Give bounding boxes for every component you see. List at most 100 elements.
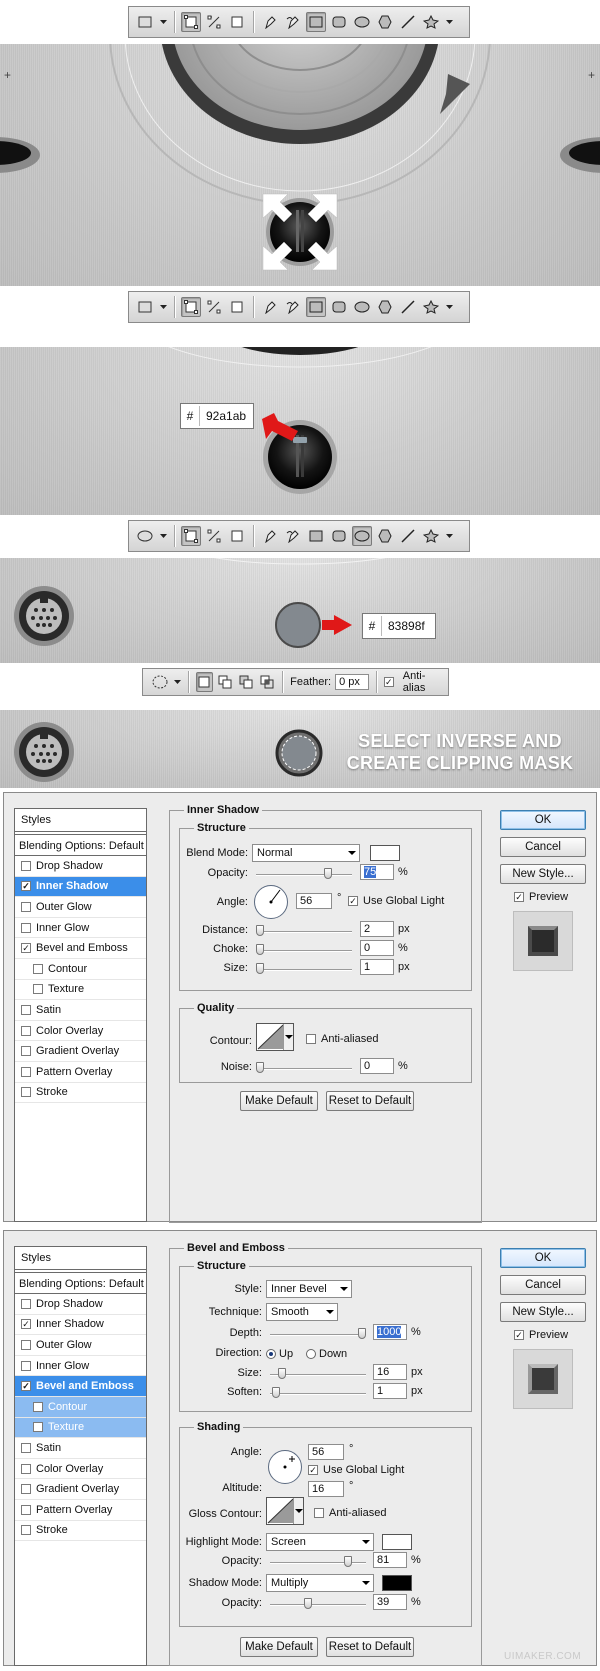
rectangle-tool-icon[interactable]: [135, 12, 155, 32]
styles-header[interactable]: Styles: [15, 1247, 146, 1270]
line-icon[interactable]: [398, 526, 418, 546]
checkbox[interactable]: ✓: [514, 1330, 524, 1340]
checkbox[interactable]: [21, 1442, 31, 1453]
style-item-pattern-overlay[interactable]: Pattern Overlay: [15, 1062, 146, 1083]
depth-input[interactable]: 1000: [373, 1324, 407, 1340]
reset-default-button[interactable]: Reset to Default: [326, 1091, 414, 1111]
checkbox[interactable]: [21, 1066, 31, 1077]
slider-thumb[interactable]: [304, 1598, 312, 1609]
shape-layers-icon[interactable]: [181, 297, 201, 317]
checkbox[interactable]: [21, 1046, 31, 1057]
highlight-opacity-slider[interactable]: [270, 1556, 366, 1567]
blend-mode-select[interactable]: Normal: [252, 844, 360, 862]
paths-icon[interactable]: [204, 297, 224, 317]
soften-slider[interactable]: [270, 1387, 366, 1398]
styles-header[interactable]: Styles: [15, 809, 146, 832]
chevron-down-icon[interactable]: [158, 20, 168, 24]
fill-pixels-icon[interactable]: [227, 297, 247, 317]
pen-tool-icon[interactable]: [260, 12, 280, 32]
preview-option[interactable]: ✓ Preview: [514, 891, 568, 903]
radio[interactable]: [266, 1349, 276, 1359]
highlight-opacity-input[interactable]: 81: [373, 1552, 407, 1568]
checkbox[interactable]: [21, 922, 31, 933]
rectangle-tool-icon[interactable]: [135, 297, 155, 317]
style-item-satin[interactable]: Satin: [15, 1438, 146, 1459]
style-select[interactable]: Inner Bevel: [266, 1280, 352, 1298]
style-item-gradient-overlay[interactable]: Gradient Overlay: [15, 1479, 146, 1500]
polygon-icon[interactable]: [375, 526, 395, 546]
shadow-color-swatch[interactable]: [382, 1575, 412, 1591]
style-item-pattern-overlay[interactable]: Pattern Overlay: [15, 1500, 146, 1521]
highlight-color-swatch[interactable]: [382, 1534, 412, 1550]
checkbox[interactable]: [21, 1504, 31, 1515]
checkbox[interactable]: ✓: [21, 943, 31, 954]
rectangle-shape-icon[interactable]: [306, 297, 326, 317]
angle-dial[interactable]: [268, 1450, 302, 1484]
checkbox[interactable]: [21, 901, 31, 912]
slider-thumb[interactable]: [278, 1368, 286, 1379]
custom-shape-icon[interactable]: [421, 526, 441, 546]
chevron-down-icon[interactable]: [158, 534, 168, 538]
paths-icon[interactable]: [204, 12, 224, 32]
freeform-pen-icon[interactable]: [283, 297, 303, 317]
shadow-color-swatch[interactable]: [370, 845, 400, 861]
radio[interactable]: [306, 1349, 316, 1359]
feather-input[interactable]: 0 px: [335, 674, 369, 690]
slider-thumb[interactable]: [256, 1062, 264, 1073]
style-item-outer-glow[interactable]: Outer Glow: [15, 897, 146, 918]
style-item-outer-glow[interactable]: Outer Glow: [15, 1335, 146, 1356]
checkbox[interactable]: ✓: [21, 1381, 31, 1392]
ellipse-icon[interactable]: [352, 297, 372, 317]
style-item-texture[interactable]: Texture: [15, 1417, 146, 1439]
checkbox[interactable]: ✓: [348, 896, 358, 906]
checkbox[interactable]: [21, 860, 31, 871]
altitude-input[interactable]: 16: [308, 1481, 344, 1497]
checkbox[interactable]: [21, 1339, 31, 1350]
custom-shape-icon[interactable]: [421, 12, 441, 32]
chevron-down-icon[interactable]: [173, 680, 181, 684]
style-item-color-overlay[interactable]: Color Overlay: [15, 1459, 146, 1480]
style-item-stroke[interactable]: Stroke: [15, 1083, 146, 1104]
depth-slider[interactable]: [270, 1328, 366, 1339]
highlight-mode-select[interactable]: Screen: [266, 1533, 374, 1551]
cancel-button[interactable]: Cancel: [500, 1275, 586, 1295]
freeform-pen-icon[interactable]: [283, 526, 303, 546]
slider-thumb[interactable]: [256, 925, 264, 936]
style-item-texture[interactable]: Texture: [15, 980, 146, 1001]
angle-dial[interactable]: [254, 885, 288, 919]
contour-picker[interactable]: [256, 1023, 294, 1051]
style-item-contour[interactable]: Contour: [15, 1396, 146, 1418]
style-item-inner-glow[interactable]: Inner Glow: [15, 918, 146, 939]
new-style-button[interactable]: New Style...: [500, 1302, 586, 1322]
chevron-down-icon[interactable]: [444, 534, 454, 538]
distance-input[interactable]: 2: [360, 921, 394, 937]
checkbox[interactable]: ✓: [514, 892, 524, 902]
paths-icon[interactable]: [204, 526, 224, 546]
slider-thumb[interactable]: [272, 1387, 280, 1398]
angle-input[interactable]: 56: [308, 1444, 344, 1460]
anti-aliased-option[interactable]: Anti-aliased: [306, 1033, 378, 1045]
direction-up-radio[interactable]: Up: [266, 1348, 293, 1360]
distance-slider[interactable]: [256, 925, 352, 936]
checkbox[interactable]: [21, 1525, 31, 1536]
direction-down-radio[interactable]: Down: [306, 1348, 347, 1360]
rectangle-shape-icon[interactable]: [306, 526, 326, 546]
checkbox[interactable]: [21, 1004, 31, 1015]
pen-tool-icon[interactable]: [260, 297, 280, 317]
opacity-slider[interactable]: [256, 868, 352, 879]
checkbox[interactable]: [21, 1484, 31, 1495]
slider-thumb[interactable]: [344, 1556, 352, 1567]
choke-slider[interactable]: [256, 944, 352, 955]
checkbox[interactable]: [33, 984, 43, 995]
ellipse-icon[interactable]: [352, 12, 372, 32]
checkbox[interactable]: [21, 1298, 31, 1309]
size-slider[interactable]: [270, 1368, 366, 1379]
subtract-selection-icon[interactable]: [238, 672, 255, 692]
chevron-down-icon[interactable]: [158, 305, 168, 309]
noise-slider[interactable]: [256, 1062, 352, 1073]
style-item-contour[interactable]: Contour: [15, 959, 146, 980]
checkbox[interactable]: [33, 1422, 43, 1433]
size-input[interactable]: 16: [373, 1364, 407, 1380]
choke-input[interactable]: 0: [360, 940, 394, 956]
slider-thumb[interactable]: [256, 963, 264, 974]
